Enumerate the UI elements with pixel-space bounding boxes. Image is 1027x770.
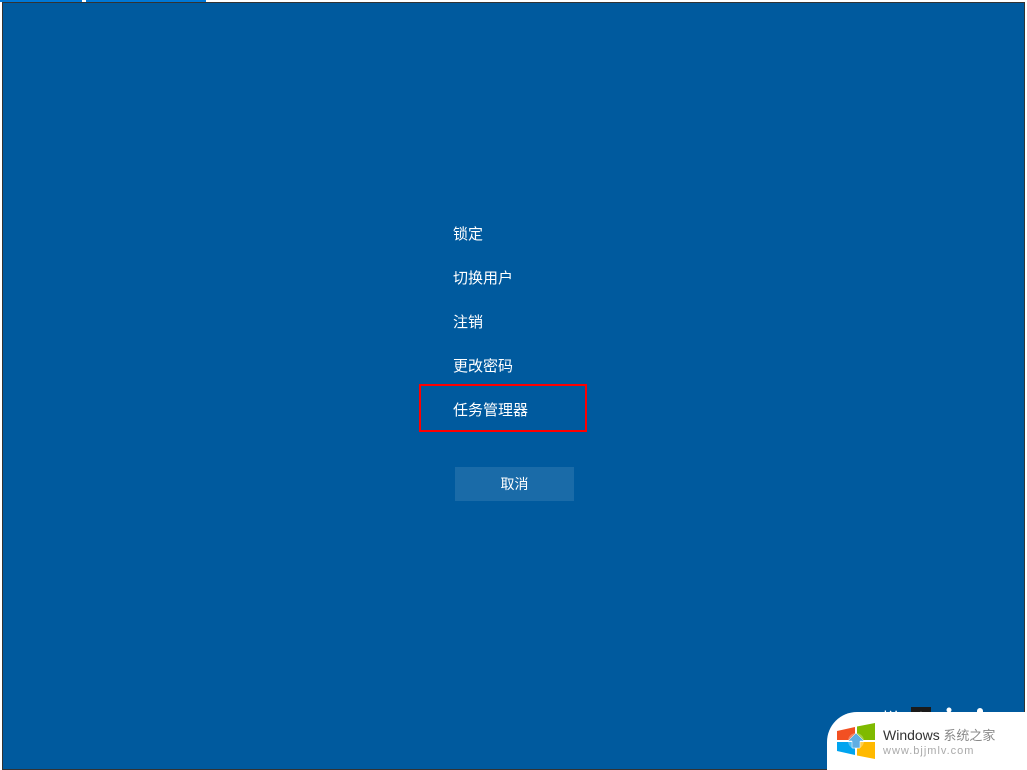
watermark-title-accent: 系统之家 xyxy=(940,728,996,743)
watermark-url: www.bjjmlv.com xyxy=(883,745,995,757)
change-password-option[interactable]: 更改密码 xyxy=(453,345,528,389)
sign-out-option[interactable]: 注销 xyxy=(453,301,528,345)
watermark-text: Windows 系统之家 www.bjjmlv.com xyxy=(883,726,995,757)
watermark-title: Windows 系统之家 xyxy=(883,726,995,745)
watermark-badge: Windows 系统之家 www.bjjmlv.com xyxy=(827,712,1027,770)
task-manager-option[interactable]: 任务管理器 xyxy=(453,389,528,433)
cancel-button[interactable]: 取消 xyxy=(455,467,574,501)
security-options-menu: 锁定 切换用户 注销 更改密码 任务管理器 xyxy=(453,213,528,433)
lock-option[interactable]: 锁定 xyxy=(453,213,528,257)
watermark-title-main: Windows xyxy=(883,727,940,743)
windows-logo-icon xyxy=(835,721,877,761)
switch-user-option[interactable]: 切换用户 xyxy=(453,257,528,301)
security-options-screen: 锁定 切换用户 注销 更改密码 任务管理器 取消 拼 中 xyxy=(2,2,1025,770)
